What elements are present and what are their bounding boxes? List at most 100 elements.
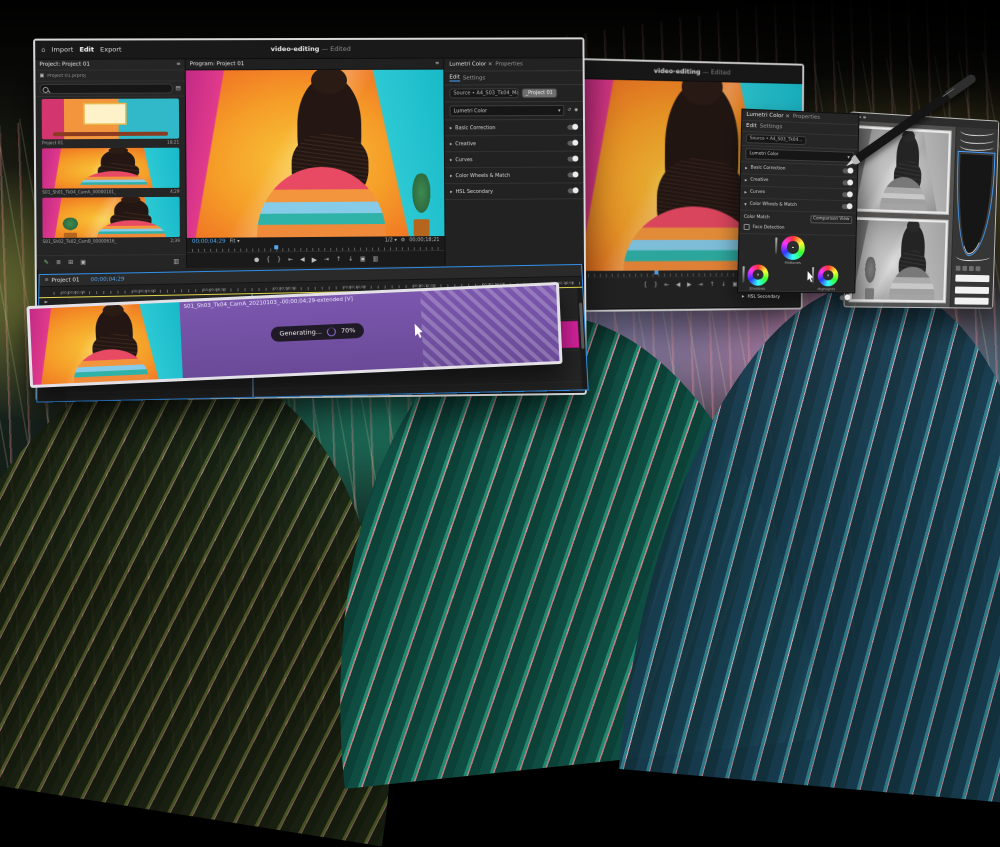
storyboard-frame-2[interactable] xyxy=(849,216,949,303)
project-button[interactable]: _Project 01 xyxy=(522,88,557,98)
section-toggle[interactable] xyxy=(842,180,853,185)
swatch[interactable] xyxy=(955,275,989,283)
go-to-out-button[interactable]: ⇥ xyxy=(324,256,329,263)
bin-thumbnail-clip-a[interactable] xyxy=(42,148,180,189)
icon-view-button[interactable]: ⊞ xyxy=(68,259,73,266)
bin-item-caption[interactable]: S01_Sh01_Tk04_CamA_00000101_ 4;29 xyxy=(36,188,185,196)
storyboard-frame-1[interactable] xyxy=(852,125,952,215)
go-to-in-button[interactable]: ⇤ xyxy=(288,256,293,263)
bypass-eye-icon[interactable]: ◉ xyxy=(574,108,578,113)
lift-button[interactable]: ↑ xyxy=(336,256,341,263)
tool-button[interactable] xyxy=(956,265,961,270)
go-to-out-button[interactable]: ⇥ xyxy=(698,281,703,288)
mark-out-button[interactable]: } xyxy=(277,256,281,263)
tab-lumetri-color[interactable]: Lumetri Color × xyxy=(449,61,492,67)
section-curves[interactable]: ▸ Curves xyxy=(445,152,583,169)
mark-out-button[interactable]: } xyxy=(654,281,658,288)
delete-button[interactable]: ▥ xyxy=(173,258,179,265)
extract-button[interactable]: ↓ xyxy=(348,256,353,263)
bin-item-caption[interactable]: S01_Sh02_Tk02_CamB_00000616_ 2;39 xyxy=(37,237,186,245)
preset-select[interactable]: Lumetri Color▾ xyxy=(745,148,854,163)
brush-stroke-option[interactable] xyxy=(960,138,994,145)
section-toggle[interactable] xyxy=(567,141,578,146)
playback-resolution-select[interactable]: 1/2 ▾ xyxy=(385,237,397,243)
tool-button[interactable] xyxy=(976,266,981,271)
panel-menu-icon[interactable]: ≡ xyxy=(45,278,49,283)
settings-wrench-icon[interactable]: ⚙ xyxy=(401,237,405,243)
play-button[interactable]: ▶ xyxy=(312,255,317,263)
comparison-view-button[interactable]: Comparison View xyxy=(810,215,852,224)
section-toggle[interactable] xyxy=(567,157,578,162)
comparison-view-button[interactable]: ▥ xyxy=(373,255,379,262)
source-clip-button[interactable]: Source • A4_S03_Tk04_Mast… xyxy=(449,88,518,98)
playhead-marker[interactable] xyxy=(654,271,658,275)
brush-stroke-option[interactable] xyxy=(960,130,994,137)
reset-icon[interactable]: ↺ xyxy=(567,108,571,113)
search-input[interactable] xyxy=(40,83,173,94)
titlebar[interactable]: ⌂ Import Edit Export video-editing — Edi… xyxy=(35,39,582,59)
section-hsl-secondary[interactable]: ▸ HSL Secondary xyxy=(738,291,855,303)
mark-in-button[interactable]: { xyxy=(643,282,647,289)
tab-properties[interactable]: Properties xyxy=(793,114,820,121)
mark-in-button[interactable]: { xyxy=(266,256,270,263)
highlights-wheel[interactable] xyxy=(818,265,839,286)
close-icon[interactable]: × xyxy=(488,61,493,67)
source-clip-button[interactable]: Source • A4_S03_Tk04… xyxy=(746,134,807,145)
swatch[interactable] xyxy=(955,297,989,304)
tool-button[interactable] xyxy=(969,266,974,271)
subtab-edit[interactable]: Edit xyxy=(746,123,757,129)
section-creative[interactable]: ▸ Creative xyxy=(445,136,583,153)
subtab-settings[interactable]: Settings xyxy=(463,75,485,81)
playhead-marker[interactable] xyxy=(274,245,278,249)
folder-icon[interactable]: ▤ xyxy=(176,85,181,91)
go-to-in-button[interactable]: ⇤ xyxy=(664,281,669,288)
tab-lumetri-color[interactable]: Lumetri Color × xyxy=(746,112,790,120)
extract-button[interactable]: ↓ xyxy=(721,281,726,288)
subtab-settings[interactable]: Settings xyxy=(760,123,783,130)
record-marker-button[interactable]: ● xyxy=(254,256,259,263)
bin-thumbnail-room[interactable] xyxy=(42,99,180,140)
panel-menu-icon[interactable]: ≡ xyxy=(176,61,180,67)
step-back-button[interactable]: ◀ xyxy=(300,256,305,263)
fit-select[interactable]: Fit ▾ xyxy=(230,239,240,245)
section-toggle[interactable] xyxy=(842,192,853,197)
play-button[interactable]: ▶ xyxy=(687,281,691,288)
section-toggle[interactable] xyxy=(568,172,579,177)
bin-thumbnail-clip-b[interactable] xyxy=(42,197,180,238)
bin-item-caption[interactable]: Project 01 18;21 xyxy=(36,139,185,147)
tab-project[interactable]: Project: Project 01 xyxy=(39,62,90,68)
step-back-button[interactable]: ◀ xyxy=(676,281,680,288)
toolbar-dot[interactable] xyxy=(863,116,866,119)
list-view-button[interactable]: ≣ xyxy=(56,259,61,266)
brush-stroke-option[interactable] xyxy=(956,256,990,262)
section-toggle[interactable] xyxy=(567,125,578,130)
section-hsl-secondary[interactable]: ▸ HSL Secondary xyxy=(445,183,583,200)
edit-original-button[interactable]: ✎ xyxy=(44,259,49,266)
subtab-edit[interactable]: Edit xyxy=(449,75,460,82)
close-icon[interactable]: × xyxy=(785,113,790,119)
new-item-button[interactable]: ▣ xyxy=(80,259,86,266)
tab-sequence[interactable]: Project 01 xyxy=(51,277,79,284)
section-toggle[interactable] xyxy=(840,295,851,300)
shadows-slider[interactable] xyxy=(742,266,744,282)
section-color-wheels-match[interactable]: ▸ Color Wheels & Match xyxy=(445,167,583,184)
tab-program[interactable]: Program: Project 01 xyxy=(190,61,245,67)
panel-menu-icon[interactable]: ≡ xyxy=(435,61,439,67)
highlights-slider[interactable] xyxy=(812,267,814,283)
brush-stroke-option[interactable] xyxy=(960,145,994,152)
face-detection-checkbox[interactable] xyxy=(744,224,750,230)
preset-select[interactable]: Lumetri Color▾ xyxy=(450,105,565,116)
export-frame-button[interactable]: ▣ xyxy=(360,256,366,263)
lift-button[interactable]: ↑ xyxy=(710,281,715,288)
tool-button[interactable] xyxy=(962,265,967,270)
midtones-wheel[interactable] xyxy=(781,235,805,259)
brush-stroke-option-selected[interactable] xyxy=(956,152,993,254)
swatch[interactable] xyxy=(955,286,989,293)
section-toggle[interactable] xyxy=(843,168,854,173)
section-toggle[interactable] xyxy=(568,188,579,193)
section-toggle[interactable] xyxy=(842,204,853,209)
section-basic-correction[interactable]: ▸ Basic Correction xyxy=(445,120,583,137)
tab-properties[interactable]: Properties xyxy=(495,61,523,67)
midtones-slider[interactable] xyxy=(775,237,777,253)
shadows-wheel[interactable] xyxy=(747,264,769,285)
